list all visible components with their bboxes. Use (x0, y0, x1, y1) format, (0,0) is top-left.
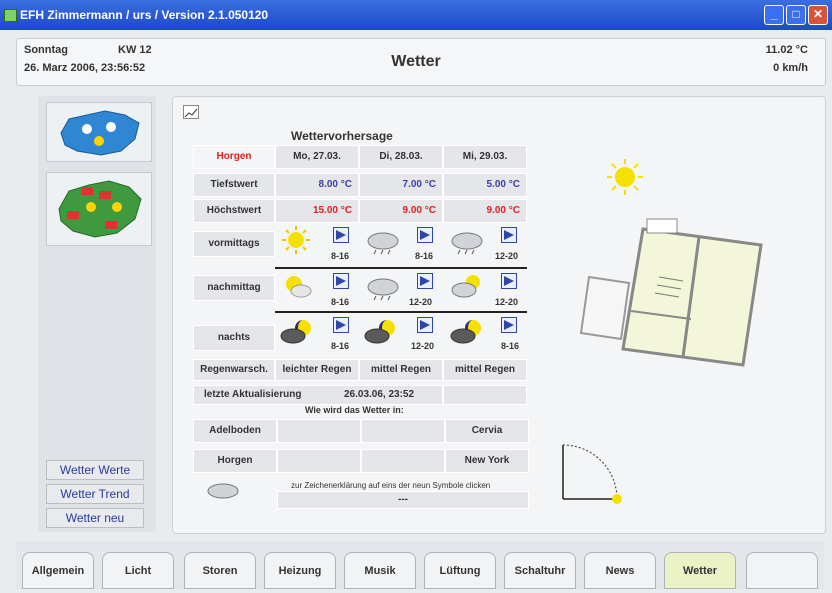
wind-direction-icon[interactable] (417, 273, 433, 289)
row-separator (275, 311, 527, 313)
tiefstwert-day-1: 8.00 °C (275, 173, 359, 197)
wind-speed: 8-16 (331, 251, 350, 261)
sun-icon (607, 159, 643, 195)
place-cervia[interactable]: Cervia (445, 419, 529, 443)
legend-value: --- (277, 491, 529, 509)
house-floor-plan (579, 218, 763, 367)
maximize-button[interactable]: □ (786, 5, 806, 25)
switzerland-temperature-map[interactable] (46, 172, 152, 246)
wind-speed: 12-20 (495, 297, 519, 307)
period-label-vormittags: vormittags (193, 231, 275, 257)
tab-licht[interactable]: Licht (102, 552, 174, 589)
forecast-title: Wettervorhersage (291, 129, 393, 143)
tab-wetter[interactable]: Wetter (664, 552, 736, 589)
night-cloud-icon[interactable] (279, 317, 315, 347)
tab-empty[interactable] (746, 552, 818, 589)
wind-direction-icon[interactable] (333, 317, 349, 333)
place-horgen[interactable]: Horgen (193, 449, 277, 473)
last-update-label: letzte Aktualisierung (204, 389, 302, 400)
tab-heizung[interactable]: Heizung (264, 552, 336, 589)
tab-schaltuhr[interactable]: Schaltuhr (504, 552, 576, 589)
forecast-day-2: Di, 28.03. (359, 145, 443, 169)
left-panel: Wetter Werte Wetter Trend Wetter neu (38, 96, 156, 532)
hoechstwert-day-3: 9.00 °C (443, 199, 527, 223)
night-cloud-icon[interactable] (449, 317, 485, 347)
window-titlebar: EFH Zimmermann / urs / Version 2.1.05012… (0, 0, 832, 30)
wind-direction-icon[interactable] (501, 227, 517, 243)
wind-direction-icon[interactable] (333, 227, 349, 243)
night-cloud-icon[interactable] (363, 317, 399, 347)
app-icon (4, 9, 17, 22)
forecast-day-1: Mo, 27.03. (275, 145, 359, 169)
last-update-value: 26.03.06, 23:52 (344, 389, 415, 400)
wind-speed: 12-20 (495, 251, 519, 261)
wind-direction-icon[interactable] (333, 273, 349, 289)
header-wind: 0 km/h (773, 62, 808, 74)
weather-question: Wie wird das Wetter in: (305, 405, 404, 415)
wind-direction-icon[interactable] (417, 317, 433, 333)
regen-day-1: leichter Regen (275, 359, 359, 381)
sun-icon[interactable] (281, 225, 313, 255)
forecast-day-3: Mi, 29.03. (443, 145, 527, 169)
tiefstwert-day-3: 5.00 °C (443, 173, 527, 197)
wind-speed: 8-16 (331, 297, 350, 307)
place-new-york[interactable]: New York (445, 449, 529, 473)
tiefstwert-day-2: 7.00 °C (359, 173, 443, 197)
regen-day-2: mittel Regen (359, 359, 443, 381)
page-title: Wetter (391, 53, 441, 70)
cloud-rain-icon[interactable] (449, 227, 485, 255)
tab-storen[interactable]: Storen (184, 552, 256, 589)
tab-lueftung[interactable]: Lüftung (424, 552, 496, 589)
forecast-location: Horgen (193, 145, 275, 169)
regen-label: Regenwarsch. (193, 359, 275, 381)
regen-day-3: mittel Regen (443, 359, 527, 381)
header-temperature: 11.02 °C (765, 44, 808, 56)
place-adelboden[interactable]: Adelboden (193, 419, 277, 443)
sun-cloud-icon[interactable] (449, 271, 485, 301)
tiefstwert-label: Tiefstwert (193, 173, 275, 197)
wind-direction-icon[interactable] (417, 227, 433, 243)
wind-speed: 8-16 (331, 341, 350, 351)
empty-cell (443, 385, 527, 405)
wetter-neu-button[interactable]: Wetter neu (46, 508, 144, 528)
tab-musik[interactable]: Musik (344, 552, 416, 589)
place-empty (277, 419, 361, 443)
window-title: EFH Zimmermann / urs / Version 2.1.05012… (20, 8, 269, 22)
cloud-icon[interactable] (205, 477, 241, 501)
tab-news[interactable]: News (584, 552, 656, 589)
hoechstwert-day-2: 9.00 °C (359, 199, 443, 223)
tab-allgemein[interactable]: Allgemein (22, 552, 94, 589)
legend-hint: zur Zeichenerklärung auf eins der neun S… (291, 481, 491, 490)
period-label-nachts: nachts (193, 325, 275, 351)
place-empty (361, 449, 445, 473)
cloud-rain-icon[interactable] (365, 227, 401, 255)
hoechstwert-day-1: 15.00 °C (275, 199, 359, 223)
wind-direction-icon[interactable] (501, 273, 517, 289)
minimize-button[interactable]: _ (764, 5, 784, 25)
period-label-nachmittag: nachmittag (193, 275, 275, 301)
wetter-trend-button[interactable]: Wetter Trend (46, 484, 144, 504)
wind-speed: 8-16 (501, 341, 520, 351)
wetter-werte-button[interactable]: Wetter Werte (46, 460, 144, 480)
row-separator (275, 267, 527, 269)
cloud-rain-icon[interactable] (365, 273, 401, 301)
wind-direction-icon[interactable] (501, 317, 517, 333)
hoechstwert-label: Höchstwert (193, 199, 275, 223)
wind-dial (562, 444, 622, 504)
wind-speed: 8-16 (415, 251, 434, 261)
place-empty (277, 449, 361, 473)
chart-icon[interactable] (183, 105, 199, 119)
wind-speed: 12-20 (409, 297, 433, 307)
sun-cloud-icon[interactable] (279, 271, 313, 301)
last-update-row: letzte Aktualisierung 26.03.06, 23:52 (193, 385, 443, 405)
main-panel: Wettervorhersage Horgen Mo, 27.03. Di, 2… (172, 96, 826, 534)
wind-speed: 12-20 (411, 341, 435, 351)
close-button[interactable]: ✕ (808, 5, 828, 25)
switzerland-map-thumbnail[interactable] (46, 102, 152, 162)
place-empty (361, 419, 445, 443)
